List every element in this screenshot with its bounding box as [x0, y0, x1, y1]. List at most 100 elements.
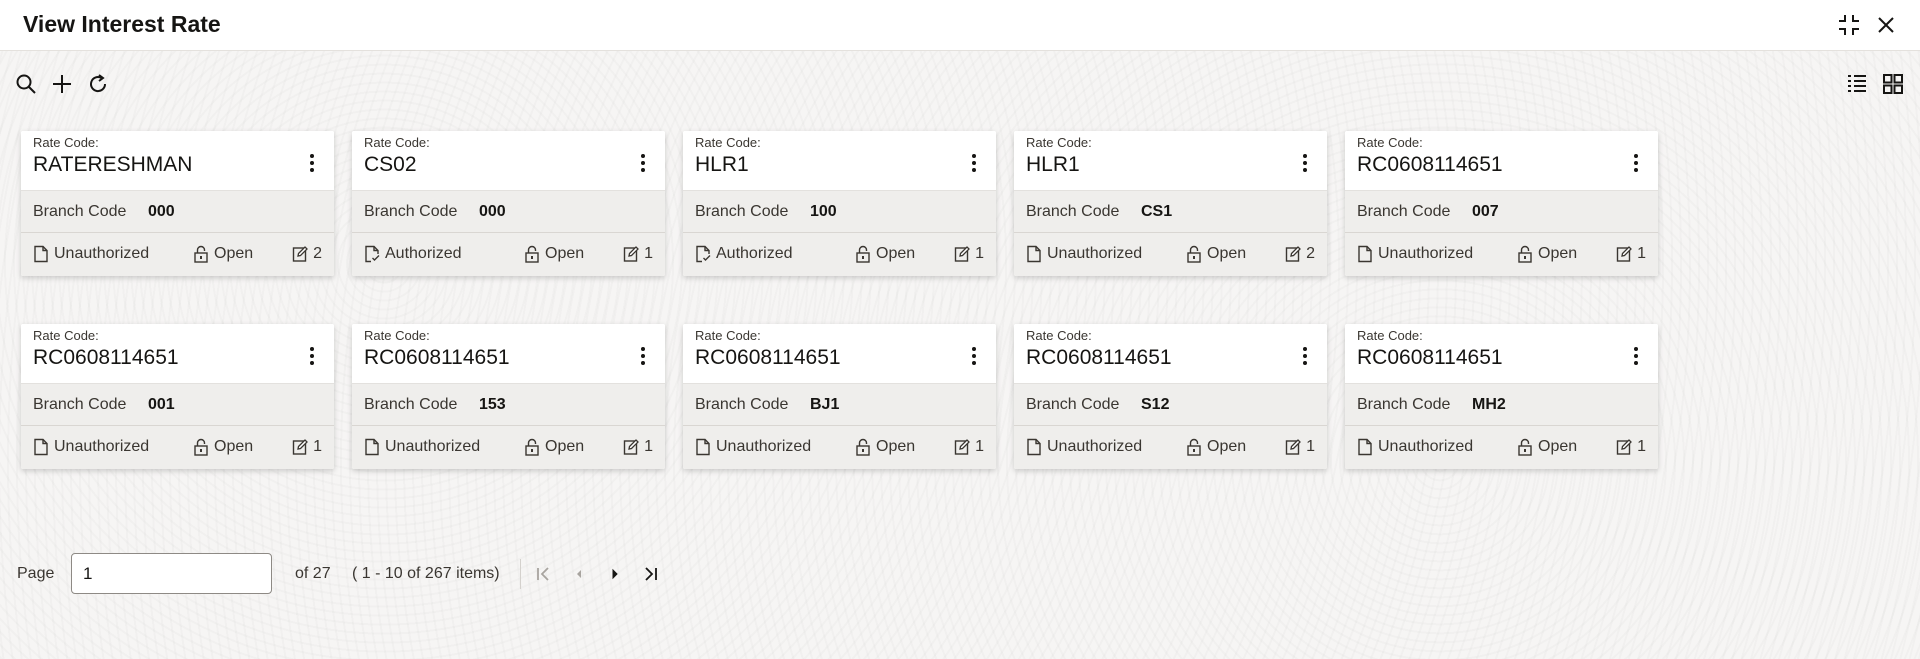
unlock-icon [193, 245, 209, 263]
modification-count[interactable]: 1 [623, 245, 653, 263]
authorization-status[interactable]: Unauthorized [695, 438, 811, 456]
authorization-status-text: Unauthorized [54, 438, 150, 455]
rate-code-value: RC0608114651 [1026, 346, 1172, 369]
branch-code-label: Branch Code [33, 396, 127, 413]
kebab-menu-icon[interactable] [1295, 151, 1315, 179]
modification-count[interactable]: 2 [1285, 245, 1315, 263]
kebab-menu-icon[interactable] [302, 344, 322, 372]
branch-code-label: Branch Code [1357, 203, 1451, 220]
card-header: Rate Code: RC0608114651 [683, 324, 996, 383]
authorization-status[interactable]: Authorized [364, 245, 462, 263]
authorization-status[interactable]: Unauthorized [1357, 438, 1473, 456]
tile-view-icon[interactable] [1881, 72, 1905, 96]
previous-page-icon[interactable] [568, 563, 590, 585]
document-icon [1357, 245, 1373, 263]
kebab-menu-icon[interactable] [1295, 344, 1315, 372]
first-page-icon[interactable] [532, 563, 554, 585]
rate-card[interactable]: Rate Code: RC0608114651 Branch Code 001 … [21, 324, 334, 469]
document-icon [33, 245, 49, 263]
rate-card[interactable]: Rate Code: RC0608114651 Branch Code BJ1 … [683, 324, 996, 469]
kebab-menu-icon[interactable] [964, 151, 984, 179]
modification-count[interactable]: 1 [1285, 438, 1315, 456]
record-status-text: Open [214, 245, 254, 262]
rate-card[interactable]: Rate Code: RATERESHMAN Branch Code 000 U… [21, 131, 334, 276]
kebab-menu-icon[interactable] [302, 151, 322, 179]
list-view-icon[interactable] [1845, 72, 1869, 96]
rate-card[interactable]: Rate Code: RC0608114651 Branch Code MH2 … [1345, 324, 1658, 469]
card-status-row: Authorized Open 1 [683, 233, 996, 276]
record-status[interactable]: Open [855, 245, 915, 263]
rate-code-label: Rate Code: [1357, 328, 1423, 343]
document-icon [1026, 245, 1042, 263]
unlock-icon [855, 245, 871, 263]
rate-card[interactable]: Rate Code: HLR1 Branch Code 100 Authoriz… [683, 131, 996, 276]
rate-card[interactable]: Rate Code: CS02 Branch Code 000 Authoriz… [352, 131, 665, 276]
refresh-icon[interactable] [86, 72, 110, 96]
modification-count-text: 2 [313, 245, 322, 262]
kebab-menu-icon[interactable] [1626, 151, 1646, 179]
edit-icon [1616, 438, 1633, 456]
record-status-text: Open [1207, 245, 1247, 262]
unlock-icon [1517, 438, 1533, 456]
record-status-text: Open [545, 438, 585, 455]
authorization-status[interactable]: Unauthorized [1357, 245, 1473, 263]
last-page-icon[interactable] [640, 563, 662, 585]
authorization-status[interactable]: Unauthorized [1026, 438, 1142, 456]
modification-count[interactable]: 1 [292, 438, 322, 456]
rate-card[interactable]: Rate Code: RC0608114651 Branch Code 007 … [1345, 131, 1658, 276]
page-number-input[interactable] [71, 553, 272, 594]
record-status[interactable]: Open [1186, 245, 1246, 263]
modification-count[interactable]: 1 [1616, 438, 1646, 456]
card-status-row: Unauthorized Open 1 [683, 426, 996, 469]
modification-count-text: 1 [644, 438, 653, 455]
card-header: Rate Code: RC0608114651 [352, 324, 665, 383]
add-icon[interactable] [50, 72, 74, 96]
branch-code-value: S12 [1141, 396, 1170, 413]
authorization-status-text: Unauthorized [1047, 438, 1143, 455]
edit-icon [623, 245, 640, 263]
card-branch-row: Branch Code S12 [1014, 383, 1327, 426]
modification-count[interactable]: 2 [292, 245, 322, 263]
record-status[interactable]: Open [193, 438, 253, 456]
item-range-text: ( 1 - 10 of 267 items) [352, 565, 500, 582]
authorization-status-text: Unauthorized [1378, 438, 1474, 455]
modification-count[interactable]: 1 [1616, 245, 1646, 263]
record-status[interactable]: Open [1517, 245, 1577, 263]
authorization-status[interactable]: Unauthorized [364, 438, 480, 456]
branch-code-label: Branch Code [364, 396, 458, 413]
rate-card[interactable]: Rate Code: HLR1 Branch Code CS1 Unauthor… [1014, 131, 1327, 276]
modification-count-text: 1 [313, 438, 322, 455]
record-status[interactable]: Open [193, 245, 253, 263]
card-header: Rate Code: CS02 [352, 131, 665, 190]
rate-card[interactable]: Rate Code: RC0608114651 Branch Code 153 … [352, 324, 665, 469]
next-page-icon[interactable] [604, 563, 626, 585]
record-status[interactable]: Open [1517, 438, 1577, 456]
kebab-menu-icon[interactable] [633, 344, 653, 372]
rate-code-value: RC0608114651 [33, 346, 179, 369]
record-status[interactable]: Open [524, 438, 584, 456]
close-icon[interactable] [1873, 12, 1899, 38]
card-status-row: Unauthorized Open 1 [21, 426, 334, 469]
card-header: Rate Code: HLR1 [683, 131, 996, 190]
kebab-menu-icon[interactable] [633, 151, 653, 179]
authorization-status[interactable]: Unauthorized [33, 245, 149, 263]
card-header: Rate Code: RC0608114651 [1345, 131, 1658, 190]
record-status[interactable]: Open [1186, 438, 1246, 456]
record-status[interactable]: Open [524, 245, 584, 263]
rate-code-label: Rate Code: [1026, 135, 1092, 150]
authorization-status[interactable]: Authorized [695, 245, 793, 263]
modification-count[interactable]: 1 [954, 438, 984, 456]
minimize-icon[interactable] [1836, 12, 1862, 38]
search-icon[interactable] [14, 72, 38, 96]
record-status[interactable]: Open [855, 438, 915, 456]
kebab-menu-icon[interactable] [964, 344, 984, 372]
card-branch-row: Branch Code 153 [352, 383, 665, 426]
card-header: Rate Code: RC0608114651 [21, 324, 334, 383]
kebab-menu-icon[interactable] [1626, 344, 1646, 372]
authorization-status[interactable]: Unauthorized [1026, 245, 1142, 263]
rate-card[interactable]: Rate Code: RC0608114651 Branch Code S12 … [1014, 324, 1327, 469]
authorization-status[interactable]: Unauthorized [33, 438, 149, 456]
document-authorized-icon [364, 245, 380, 263]
modification-count[interactable]: 1 [954, 245, 984, 263]
modification-count[interactable]: 1 [623, 438, 653, 456]
